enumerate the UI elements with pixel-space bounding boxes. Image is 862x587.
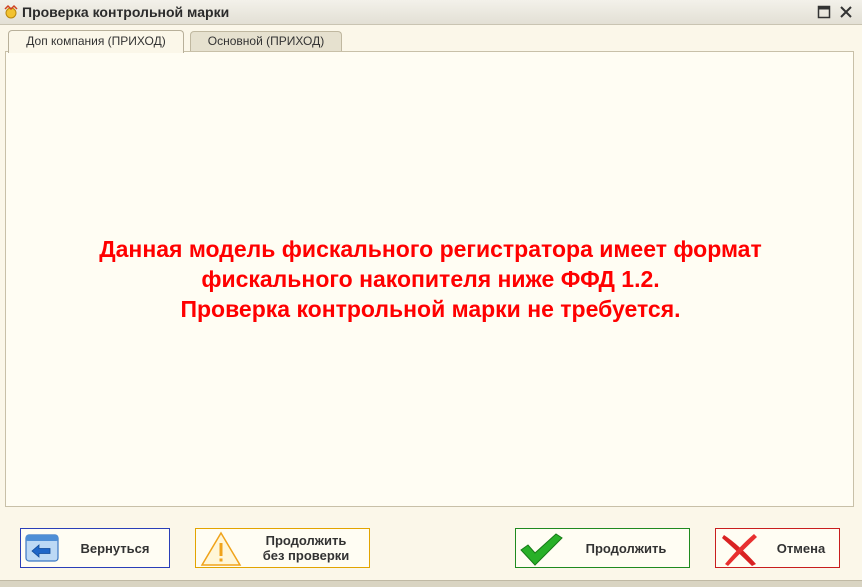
- continue-without-check-line2: без проверки: [262, 548, 350, 563]
- back-button-label: Вернуться: [80, 540, 150, 556]
- message-line-3: Проверка контрольной марки не требуется.: [180, 296, 681, 322]
- maximize-icon[interactable]: [817, 5, 831, 19]
- message-line-1: Данная модель фискального регистратора и…: [99, 236, 762, 262]
- tab-main[interactable]: Основной (ПРИХОД): [190, 31, 342, 51]
- info-message: Данная модель фискального регистратора и…: [6, 234, 855, 324]
- warning-icon: [199, 530, 243, 571]
- tab-content-panel: Данная модель фискального регистратора и…: [5, 51, 854, 507]
- back-button[interactable]: Вернуться: [20, 528, 170, 568]
- app-icon: [3, 4, 19, 20]
- close-icon[interactable]: [839, 5, 853, 19]
- continue-button-label: Продолжить: [585, 540, 667, 556]
- continue-without-check-button[interactable]: Продолжить без проверки: [195, 528, 370, 568]
- dialog-window: Проверка контрольной марки Доп компания …: [0, 0, 862, 587]
- message-line-2: фискального накопителя ниже ФФД 1.2.: [201, 266, 660, 292]
- continue-button[interactable]: Продолжить: [515, 528, 690, 568]
- cancel-button-label: Отмена: [776, 540, 826, 556]
- checkmark-icon: [518, 531, 564, 570]
- cancel-button[interactable]: Отмена: [715, 528, 840, 568]
- back-arrow-icon: [24, 532, 60, 567]
- window-title: Проверка контрольной марки: [22, 4, 230, 20]
- continue-without-check-line1: Продолжить: [265, 533, 347, 548]
- title-bar: Проверка контрольной марки: [0, 0, 862, 25]
- tab-dop-company[interactable]: Доп компания (ПРИХОД): [8, 30, 184, 53]
- continue-without-check-label: Продолжить без проверки: [246, 529, 366, 567]
- cross-icon: [719, 531, 759, 570]
